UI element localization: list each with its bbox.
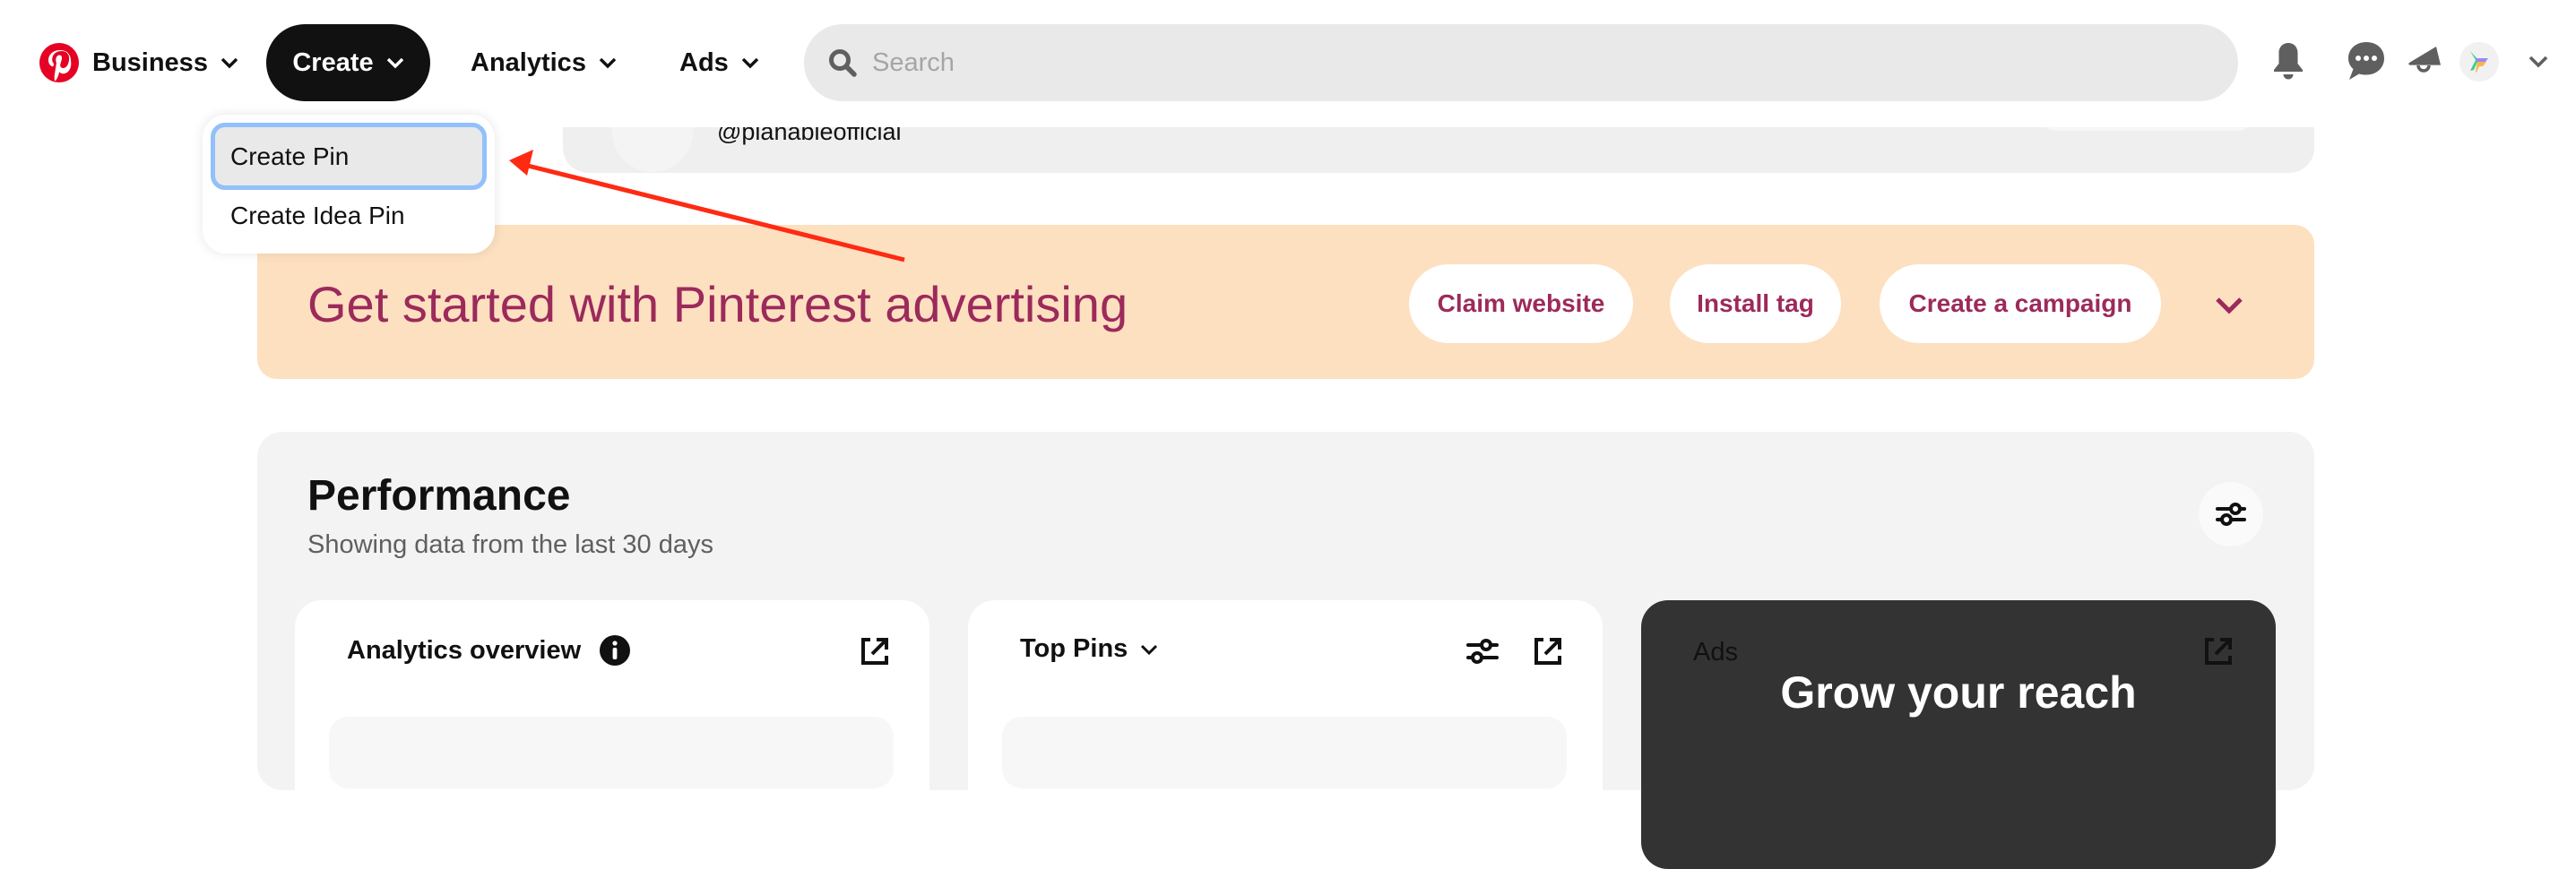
profile-action-button[interactable]: [2042, 127, 2252, 131]
chevron-down-icon: [386, 57, 403, 69]
ads-card-label: Ads: [1693, 638, 1738, 667]
install-tag-button[interactable]: Install tag: [1670, 264, 1841, 343]
claim-website-button[interactable]: Claim website: [1409, 264, 1633, 343]
profile-avatar[interactable]: [612, 127, 693, 172]
external-link-icon[interactable]: [2203, 636, 2234, 667]
chevron-down-icon: [741, 57, 758, 69]
performance-section: Performance Showing data from the last 3…: [257, 432, 2314, 869]
notifications-button[interactable]: [2269, 39, 2308, 82]
top-pins-card: Top Pins: [968, 600, 1603, 869]
nav-create[interactable]: Create: [266, 24, 430, 101]
search-icon: [829, 49, 857, 77]
external-link-icon[interactable]: [860, 636, 890, 667]
pinterest-logo-icon[interactable]: [39, 43, 79, 82]
performance-title: Performance: [307, 472, 571, 520]
nav-ads[interactable]: Ads: [679, 24, 759, 101]
info-icon[interactable]: [599, 634, 631, 667]
nav-ads-label: Ads: [679, 47, 729, 77]
banner-title: Get started with Pinterest advertising: [307, 276, 1128, 332]
bell-icon: [2274, 43, 2303, 80]
analytics-overview-card: Analytics overview: [295, 600, 929, 869]
analytics-overview-content: [329, 717, 894, 788]
updates-button[interactable]: [2405, 39, 2444, 82]
search-bar[interactable]: [804, 24, 2238, 101]
external-link-icon[interactable]: [1533, 636, 1563, 667]
top-pins-title[interactable]: Top Pins: [1020, 634, 1128, 664]
ads-card: Ads Grow your reach: [1641, 600, 2276, 869]
chevron-down-icon[interactable]: [1140, 643, 1158, 656]
megaphone-icon: [2408, 47, 2441, 73]
create-campaign-button[interactable]: Create a campaign: [1880, 264, 2161, 343]
nav-business-label: Business: [92, 47, 208, 77]
chevron-down-icon: [599, 57, 617, 69]
banner-expand-chevron-icon[interactable]: [2214, 295, 2244, 316]
planable-logo-icon: [2470, 51, 2488, 73]
nav-create-label: Create: [292, 47, 374, 77]
profile-handle: @planableofficial: [717, 127, 902, 145]
advertising-banner: Get started with Pinterest advertising C…: [257, 225, 2314, 379]
ads-card-headline: Grow your reach: [1780, 667, 2137, 718]
performance-subtitle: Showing data from the last 30 days: [307, 530, 713, 559]
profile-card: @planableofficial: [563, 127, 2314, 173]
account-chevron-down-icon[interactable]: [2528, 54, 2549, 70]
menu-item-create-pin[interactable]: Create Pin: [211, 123, 487, 190]
chat-icon: [2348, 42, 2384, 80]
account-avatar[interactable]: [2459, 42, 2499, 82]
annotation-arrow-head: [509, 150, 533, 176]
search-input[interactable]: [870, 47, 2174, 79]
filter-sliders-icon[interactable]: [1466, 636, 1499, 667]
nav-analytics-label: Analytics: [471, 47, 586, 77]
analytics-overview-title: Analytics overview: [347, 635, 582, 665]
filter-sliders-icon: [2216, 503, 2246, 526]
performance-filter-button[interactable]: [2199, 482, 2263, 546]
top-nav: Business Create Analytics Ads: [0, 0, 2576, 125]
messages-button[interactable]: [2347, 39, 2386, 82]
menu-item-create-idea-pin[interactable]: Create Idea Pin: [211, 188, 471, 244]
nav-analytics[interactable]: Analytics: [471, 24, 617, 101]
top-pins-content: [1002, 717, 1567, 788]
nav-business[interactable]: Business: [92, 24, 238, 101]
chevron-down-icon: [220, 57, 238, 69]
create-dropdown-menu: Create Pin Create Idea Pin: [203, 115, 495, 254]
